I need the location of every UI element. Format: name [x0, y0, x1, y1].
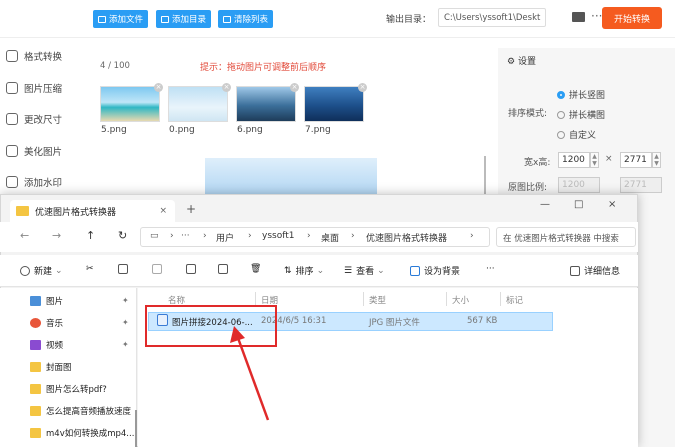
- annotation-arrow: [230, 326, 270, 421]
